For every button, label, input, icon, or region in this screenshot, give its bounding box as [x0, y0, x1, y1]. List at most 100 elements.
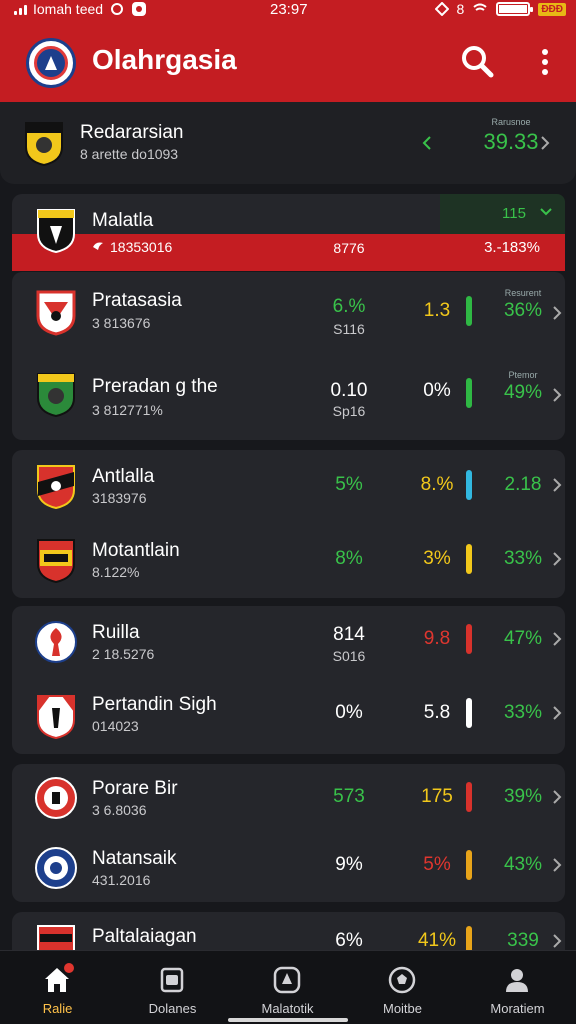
notification-icon [132, 2, 147, 16]
alarm-icon [111, 3, 124, 15]
stat-2: 41% [417, 930, 457, 951]
team-crest-icon [35, 621, 77, 663]
stat-1: 6% [335, 930, 363, 951]
team-name: Natansaik [92, 848, 177, 869]
nav-moratiem[interactable]: Moratiem [460, 951, 575, 1024]
chevron-right-icon[interactable] [540, 136, 550, 150]
chevron-right-icon[interactable] [552, 478, 562, 492]
pct-value: 39% [503, 786, 543, 807]
clock: 23:97 [270, 1, 308, 18]
calendar-icon [160, 967, 184, 993]
list-item[interactable]: Preradan g the 3 812771% 0.10 Sp16 0% Pt… [12, 358, 565, 434]
stat-value: 8776 [333, 240, 365, 256]
team-sub: 18353016 [110, 239, 173, 255]
team-crest-icon [37, 539, 75, 584]
nav-malatotik[interactable]: Malatotik [230, 951, 345, 1024]
battery-icon [496, 2, 534, 16]
value-dropdown[interactable]: 115 [440, 194, 565, 234]
top-row-card[interactable]: Redararsian 8 arette do1093 Rarusnoe 39.… [0, 102, 576, 184]
bottom-nav: Ralie Dolanes Malatotik Moitbe Moratiem [0, 950, 576, 1024]
ball-icon [388, 966, 416, 994]
chevron-left-icon[interactable] [422, 136, 432, 150]
status-bar-mark [466, 624, 472, 654]
list-item[interactable]: Ruilla 2 18.5276 814 S016 9.8 47% [12, 606, 565, 682]
match-group: Antlalla 3183976 5% 8.% 2.18 Motantlain … [12, 450, 565, 598]
stat-1: 814 [333, 624, 365, 645]
team-sub: 431.2016 [92, 872, 151, 888]
more-vert-icon[interactable] [530, 44, 560, 80]
chevron-right-icon[interactable] [552, 552, 562, 566]
stat-1-sub: S016 [332, 648, 366, 664]
nav-dolanes[interactable]: Dolanes [115, 951, 230, 1024]
match-group: Paltalaiagan 6% 41% 339 [12, 912, 565, 952]
team-sub: 3183976 [92, 490, 147, 506]
status-bar-mark [466, 296, 472, 326]
chevron-right-icon[interactable] [552, 706, 562, 720]
team-sub: 3 6.8036 [92, 802, 147, 818]
list-item[interactable]: Antlalla 3183976 5% 8.% 2.18 [12, 450, 565, 526]
app-bar: Olahrgasia [0, 20, 576, 102]
status-bar-mark [466, 544, 472, 574]
bird-icon [93, 242, 103, 250]
nav-label: Ralie [42, 1001, 73, 1016]
chevron-right-icon[interactable] [552, 790, 562, 804]
list-item[interactable]: Paltalaiagan 6% 41% 339 [12, 912, 565, 952]
list-item[interactable]: Pertandin Sigh 014023 0% 5.8 33% [12, 678, 565, 754]
stat-2: 9.8 [423, 628, 451, 649]
stat-1-sub: S116 [333, 321, 365, 337]
team-sub: 8.122% [92, 564, 140, 580]
team-sub: 3 812771% [92, 402, 163, 418]
team-crest-icon [36, 290, 76, 336]
nav-moitbe[interactable]: Moitbe [345, 951, 460, 1024]
dropdown-value: 115 [502, 205, 526, 222]
chevron-right-icon[interactable] [552, 934, 562, 948]
team-sub: 2 18.5276 [92, 646, 155, 662]
search-icon[interactable] [458, 42, 496, 80]
status-bar-mark [466, 782, 472, 812]
app-title: Olahrgasia [92, 44, 237, 75]
match-group: Pratasasia 3 813676 6.% S116 1.3 Resuren… [12, 272, 565, 440]
stat-1: 9% [335, 854, 363, 875]
highlight-card[interactable]: 115 Malatla 18353016 8776 3.-183% [12, 194, 565, 271]
home-indicator [228, 1018, 348, 1022]
team-crest-icon [37, 209, 75, 254]
team-name: Paltalaiagan [92, 926, 197, 947]
stat-2: 8.% [420, 474, 454, 495]
battery-badge: ĐĐĐ [538, 2, 566, 16]
profile-icon [506, 969, 528, 992]
wifi-icon [473, 3, 487, 11]
nav-label: Dolanes [148, 1001, 197, 1016]
team-crest-icon [35, 847, 77, 889]
pct-value: 3.-183% [484, 239, 540, 256]
chevron-right-icon[interactable] [552, 306, 562, 320]
list-item[interactable]: Natansaik 431.2016 9% 5% 43% [12, 830, 565, 906]
status-bar: Iomah teed 23:97 8 ĐĐĐ [0, 0, 576, 20]
pct-value: 33% [503, 548, 543, 569]
team-name: Preradan g the [92, 376, 218, 397]
chevron-right-icon[interactable] [552, 388, 562, 402]
list-item[interactable]: Porare Bir 3 6.8036 573 175 39% [12, 764, 565, 840]
status-bar-mark [466, 698, 472, 728]
pct-value: 33% [503, 702, 543, 723]
team-sub: 014023 [92, 718, 139, 734]
list-item[interactable]: Motantlain 8.122% 8% 3% 33% [12, 522, 565, 598]
pct-value: 36% [503, 300, 543, 321]
location-icon [434, 2, 449, 16]
nav-home[interactable]: Ralie [0, 951, 115, 1024]
signal-icon [14, 3, 27, 15]
team-sub: 8 arette do1093 [80, 146, 179, 162]
list-item[interactable]: Pratasasia 3 813676 6.% S116 1.3 Resuren… [12, 276, 565, 352]
chevron-right-icon[interactable] [552, 858, 562, 872]
team-name: Redararsian [80, 122, 184, 143]
stat-1: 0% [335, 702, 363, 723]
chevron-down-icon [540, 208, 552, 216]
status-bar-mark [466, 378, 472, 408]
chevron-right-icon[interactable] [552, 632, 562, 646]
nav-label: Moratiem [490, 1001, 545, 1016]
carrier-label: Iomah teed [33, 1, 104, 17]
pct-value: 2.18 [504, 474, 542, 495]
pct-caption: Resurent [504, 288, 542, 298]
stat-2: 175 [421, 786, 453, 807]
team-name: Motantlain [92, 540, 180, 561]
team-sub: 3 813676 [92, 315, 151, 331]
